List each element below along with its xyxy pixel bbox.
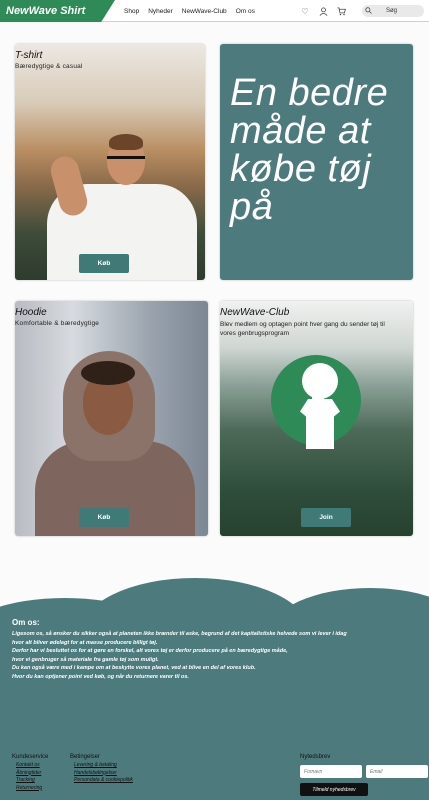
betingelser-title: Betingelser (70, 754, 101, 760)
footer-link-aabningstider[interactable]: Åbningtider (12, 770, 48, 778)
about-line: Derfor har vi besluttet os for at gøre e… (12, 648, 288, 654)
newsletter-email-input[interactable] (366, 765, 428, 778)
page: NewWave Shirt Shop Nyheder NewWave-Club … (0, 0, 429, 800)
slogan-text: En bedre måde at købe tøj på (230, 72, 389, 228)
tshirt-buy-button[interactable]: Køb (79, 254, 129, 273)
main-nav: Shop Nyheder NewWave-Club Om os (124, 0, 255, 22)
kundeservice-title: Kundeservice (12, 754, 49, 760)
site-header: NewWave Shirt Shop Nyheder NewWave-Club … (0, 0, 429, 22)
about-line: Ligesom os, så ønsker du sikker også at … (12, 631, 347, 637)
about-line: Du kan også være med i kampe om at besky… (12, 665, 256, 671)
tshirt-subtitle: Bæredygtige & casual (15, 63, 83, 70)
club-title: NewWave-Club (220, 307, 290, 318)
about-line: Hvor du kan optjener point ved køb, og n… (12, 673, 189, 680)
footer-link-returnering[interactable]: Returnering (12, 785, 48, 793)
nav-nyheder[interactable]: Nyheder (148, 8, 173, 15)
kundeservice-column: Kundeservice Kontakt os Åbningtider Trac… (12, 754, 48, 792)
club-card[interactable]: NewWave-Club Blev medlem og optagen poin… (220, 301, 413, 536)
about-text: Ligesom os, så ønsker du sikker også at … (12, 630, 422, 681)
newsletter-name-input[interactable] (300, 765, 362, 778)
slogan-card: En bedre måde at købe tøj på (220, 44, 413, 280)
nav-shop[interactable]: Shop (124, 8, 139, 15)
cart-icon[interactable] (336, 6, 346, 16)
nav-newwave-club[interactable]: NewWave-Club (182, 8, 227, 15)
footer-link-levering[interactable]: Levering & betaling (70, 762, 133, 770)
club-join-button[interactable]: Join (301, 508, 351, 527)
about-title: Om os: (12, 618, 40, 627)
about-line: hvor alt bliver ødelagt for at masse pro… (12, 639, 158, 646)
nav-om-os[interactable]: Om os (236, 8, 255, 15)
hoodie-card[interactable]: Hoodie Komfortable & bæredygtige Køb (15, 301, 208, 536)
footer-link-kontakt[interactable]: Kontakt os (12, 762, 48, 770)
newsletter-subscribe-button[interactable]: Tilmeld nyhedsbrev (300, 783, 368, 796)
hoodie-subtitle: Komfortable & bæredygtige (15, 320, 100, 327)
site-logo[interactable]: NewWave Shirt (0, 0, 115, 22)
heart-icon[interactable]: ♡ (300, 6, 310, 16)
footer-link-tracking[interactable]: Tracking (12, 777, 48, 785)
search-bar[interactable]: Søg (362, 5, 424, 17)
search-icon (362, 6, 374, 16)
betingelser-column: Betingelser Levering & betaling Handelsb… (70, 754, 133, 785)
hoodie-title: Hoodie (15, 307, 47, 318)
user-icon[interactable] (318, 6, 328, 16)
about-line: hvor vi genbruger så materiale fra gamle… (12, 656, 159, 663)
club-description: Blev medlem og optagen point hver gang d… (220, 321, 385, 337)
newsletter-title: Nytedsbrev (300, 754, 331, 760)
footer-link-handelsbetingelser[interactable]: Handelsbetingelser (70, 770, 133, 778)
search-label: Søg (386, 8, 398, 14)
tshirt-card[interactable]: T-shirt Bæredygtige & casual Køb (15, 44, 205, 280)
tshirt-title: T-shirt (15, 50, 43, 61)
hoodie-buy-button[interactable]: Køb (79, 508, 129, 527)
footer-link-persondata[interactable]: Persondata & cookiepolitik (70, 777, 133, 785)
